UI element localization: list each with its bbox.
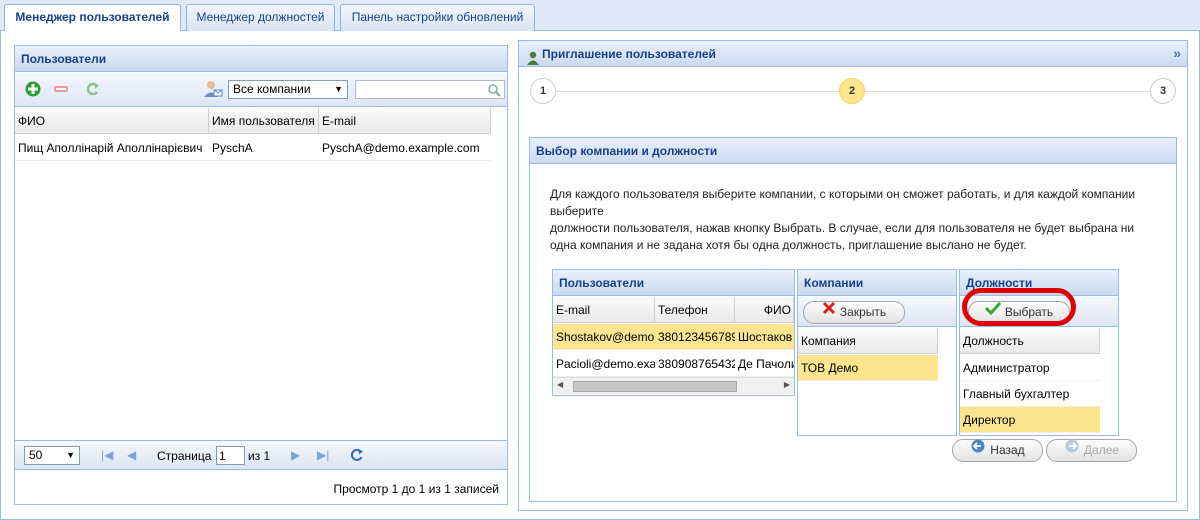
cell-position: Главный бухгалтер — [963, 387, 1070, 401]
invite-panel-title: Приглашение пользователей — [542, 47, 716, 61]
users-panel-title: Пользователи — [15, 46, 507, 72]
companies-column: Компания — [798, 328, 938, 354]
page-label: Страница — [157, 449, 212, 463]
column-email[interactable]: E-mail — [319, 108, 491, 134]
users-toolbar: Все компании ▼ — [15, 73, 507, 107]
cell-email: Pacioli@demo.exa — [556, 357, 655, 371]
next-page-icon[interactable]: ▶ — [291, 448, 300, 462]
users-column-header: ФИО Имя пользователя E-mail — [15, 108, 491, 134]
invite-users-columns: E-mail Телефон ФИО — [553, 297, 794, 323]
refresh-icon[interactable] — [85, 81, 101, 97]
user-invite-icon[interactable] — [203, 79, 223, 99]
horizontal-scrollbar[interactable]: ◀ ▶ — [553, 377, 794, 394]
column-position[interactable]: Должность — [960, 328, 1100, 354]
collapse-icon[interactable]: » — [1173, 45, 1181, 61]
companies-title: Компании — [798, 270, 956, 296]
company-position-section: Выбор компании и должности Для каждого п… — [529, 137, 1177, 502]
instruction-line: должности пользователя, нажав кнопку Выб… — [550, 221, 1135, 235]
column-company[interactable]: Компания — [798, 328, 938, 354]
table-row[interactable]: Администратор — [960, 355, 1100, 381]
cell-phone: 380908765432 — [658, 357, 735, 371]
column-fio[interactable]: ФИО — [735, 297, 794, 323]
company-filter-value: Все компании — [233, 82, 311, 96]
refresh-page-icon[interactable] — [349, 447, 365, 463]
column-email[interactable]: E-mail — [553, 297, 655, 323]
prev-page-icon[interactable]: ◀ — [127, 448, 136, 462]
delete-user-icon[interactable] — [53, 81, 69, 97]
scroll-right-icon[interactable]: ▶ — [784, 380, 790, 389]
close-icon — [822, 301, 836, 322]
user-icon — [527, 48, 539, 65]
invite-panel-header: Приглашение пользователей — [519, 41, 1187, 67]
page-count: из 1 — [248, 449, 271, 463]
paging-toolbar: 50 ▼ |◀ ◀ Страница из 1 ▶ ▶| — [15, 440, 507, 470]
cell-fio: Шостаков — [738, 330, 793, 344]
first-page-icon[interactable]: |◀ — [101, 448, 113, 462]
instruction-line: одна компания и не задана хотя бы одна д… — [550, 238, 1027, 252]
cell-fio: Пищ Аполлінарій Аполлінарієвич — [18, 141, 203, 155]
cell-email: PyschA@demo.example.com — [322, 141, 480, 155]
cell-position: Администратор — [963, 361, 1050, 375]
arrow-right-icon — [1064, 439, 1080, 460]
companies-toolbar: Закрыть — [798, 297, 956, 327]
scroll-left-icon[interactable]: ◀ — [557, 380, 563, 389]
instructions: Для каждого пользователя выберите компан… — [550, 186, 1170, 254]
invite-users-title: Пользователи — [553, 270, 794, 296]
table-row[interactable]: Директор — [960, 407, 1100, 433]
next-label: Далее — [1083, 443, 1120, 457]
search-icon — [487, 83, 501, 97]
tab-strip: Менеджер пользователей Менеджер должност… — [0, 0, 1200, 32]
page-size-select[interactable]: 50 ▼ — [24, 446, 80, 465]
tab-user-manager[interactable]: Менеджер пользователей — [4, 4, 181, 32]
companies-grid: Компании Закрыть Компания ТОВ Демо — [797, 269, 957, 436]
cell-company: ТОВ Демо — [801, 361, 859, 375]
instruction-line: Для каждого пользователя выберите компан… — [550, 187, 1136, 201]
chevron-down-icon: ▼ — [334, 84, 343, 94]
scrollbar-thumb[interactable] — [573, 381, 737, 392]
chevron-down-icon: ▼ — [66, 450, 75, 460]
table-row[interactable]: Пищ Аполлінарій Аполлінарієвич PyschA Py… — [15, 135, 491, 161]
last-page-icon[interactable]: ▶| — [317, 448, 329, 462]
cell-username: PyschA — [212, 141, 253, 155]
invite-panel: Приглашение пользователей » 1 2 3 Выбор … — [518, 40, 1188, 511]
back-label: Назад — [990, 443, 1025, 457]
arrow-left-icon — [970, 439, 986, 460]
cell-email: Shostakov@demo — [556, 330, 655, 344]
cell-fio: Де Пачоли — [738, 357, 794, 371]
step-2: 2 — [839, 78, 865, 104]
positions-column: Должность — [960, 328, 1100, 354]
table-row[interactable]: Pacioli@demo.exa 380908765432 Де Пачоли — [553, 351, 794, 377]
company-filter-select[interactable]: Все компании ▼ — [228, 80, 348, 99]
add-user-icon[interactable] — [25, 81, 41, 97]
search-input[interactable] — [355, 80, 505, 99]
page-number-input[interactable] — [216, 446, 245, 465]
tab-position-manager[interactable]: Менеджер должностей — [186, 4, 335, 31]
step-3: 3 — [1150, 78, 1176, 104]
step-1: 1 — [530, 78, 556, 104]
invite-users-grid: Пользователи E-mail Телефон ФИО Shostako… — [552, 269, 795, 396]
column-fio[interactable]: ФИО — [15, 108, 209, 134]
paging-summary: Просмотр 1 до 1 из 1 записей — [333, 482, 499, 496]
tab-update-settings[interactable]: Панель настройки обновлений — [340, 4, 535, 31]
back-button[interactable]: Назад — [952, 439, 1043, 462]
table-row[interactable]: ТОВ Демо — [798, 355, 938, 381]
close-button[interactable]: Закрыть — [803, 301, 905, 324]
cell-position: Директор — [963, 413, 1016, 427]
users-panel: Пользователи Все компании ▼ ФИО Имя поль… — [14, 45, 508, 505]
cell-phone: 380123456789 — [658, 330, 735, 344]
section-title: Выбор компании и должности — [530, 138, 1176, 164]
table-row[interactable]: Главный бухгалтер — [960, 381, 1100, 407]
page-size-value: 50 — [29, 448, 43, 462]
close-label: Закрыть — [839, 305, 887, 319]
highlight-ring — [962, 288, 1076, 326]
next-button[interactable]: Далее — [1046, 439, 1137, 462]
column-phone[interactable]: Телефон — [655, 297, 735, 323]
column-username[interactable]: Имя пользователя — [209, 108, 319, 134]
instruction-line: выберите — [550, 204, 604, 218]
table-row[interactable]: Shostakov@demo 380123456789 Шостаков — [553, 324, 794, 350]
